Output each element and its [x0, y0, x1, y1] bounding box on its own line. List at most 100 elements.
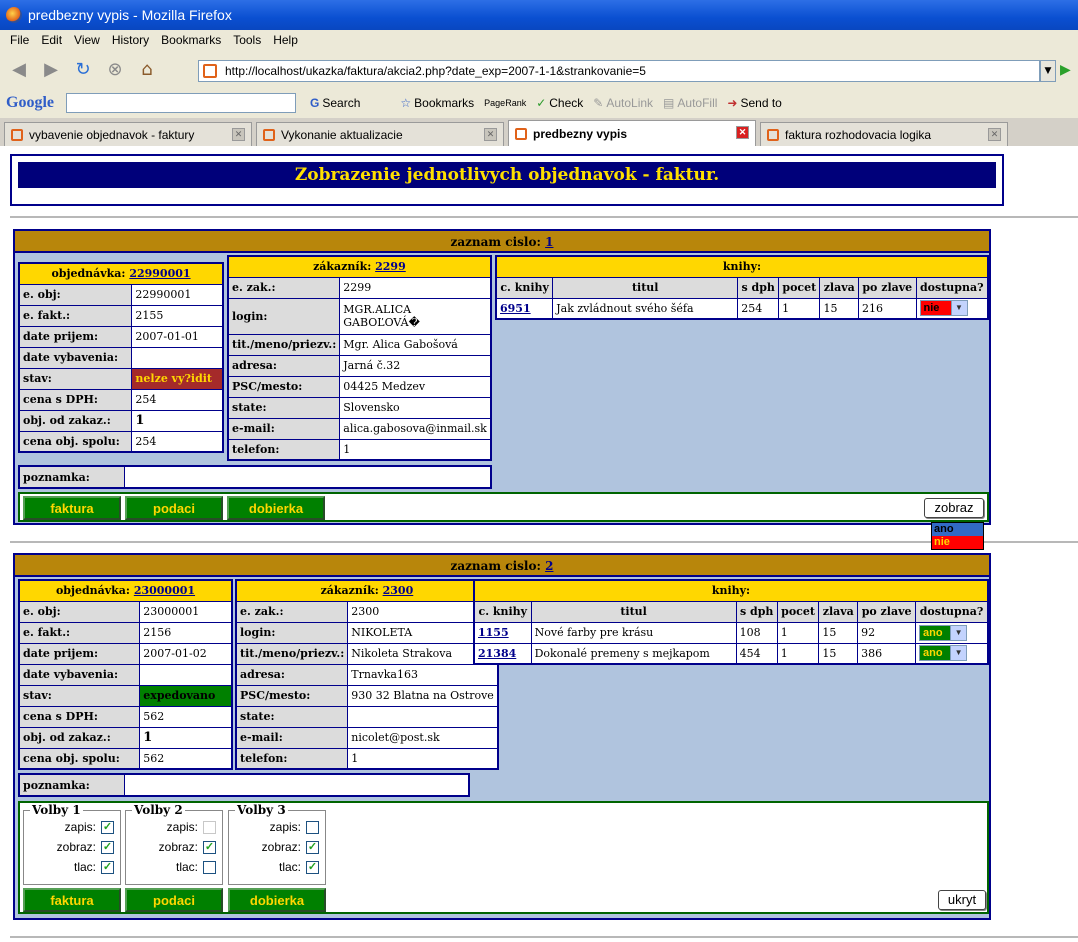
customer-id-link[interactable]: 2300: [383, 584, 414, 597]
sendto-button[interactable]: ➜ Send to: [727, 96, 781, 110]
volby-1-legend: Volby 1: [32, 803, 81, 817]
spellcheck-button[interactable]: ✓ Check: [536, 96, 583, 110]
psc-value: 930 32 Blatna na Ostrove: [347, 684, 499, 707]
google-search-button[interactable]: G Search: [310, 96, 360, 110]
dropdown-option-nie[interactable]: nie: [932, 536, 983, 549]
menu-file[interactable]: File: [10, 33, 29, 47]
cena-spolu-value: 254: [131, 430, 224, 453]
menu-bookmarks[interactable]: Bookmarks: [161, 33, 221, 47]
tab-label: predbezny vypis: [533, 126, 628, 141]
url-dropdown-icon[interactable]: ▼: [1040, 60, 1056, 82]
faktura-button[interactable]: faktura: [23, 888, 121, 912]
volby-3-legend: Volby 3: [237, 803, 286, 817]
faktura-button[interactable]: faktura: [23, 496, 121, 520]
col-pocet: pocet: [776, 600, 820, 623]
reload-icon[interactable]: ↻: [70, 56, 96, 82]
zobraz-checkbox-2[interactable]: ✓: [203, 840, 216, 854]
col-pocet: pocet: [778, 276, 821, 299]
record-number-link[interactable]: 1: [545, 235, 553, 249]
tab-vybavenie[interactable]: vybavenie objednavok - faktury ✕: [4, 122, 252, 146]
bookmarks-label: Bookmarks: [414, 96, 475, 110]
dostupna-select[interactable]: nie ▼: [919, 300, 968, 317]
tab-vykonanie[interactable]: Vykonanie aktualizacie ✕: [256, 122, 504, 146]
dobierka-button[interactable]: dobierka: [228, 888, 326, 912]
spellcheck-icon: ✓: [536, 96, 547, 110]
go-icon[interactable]: ▶: [1060, 62, 1071, 78]
cena-dph-label: cena s DPH:: [18, 705, 141, 728]
autofill-button[interactable]: ▤ AutoFill: [663, 96, 717, 110]
tab-predbezny-vypis[interactable]: predbezny vypis ✕: [508, 120, 756, 146]
table-row: 21384 Dokonalé premeny s mejkapom 454 1 15 38…: [473, 642, 989, 665]
back-icon[interactable]: ◀: [6, 56, 32, 82]
cena-dph-value: 254: [131, 388, 224, 411]
stop-icon[interactable]: ⊗: [102, 56, 128, 82]
menu-view[interactable]: View: [74, 33, 100, 47]
dostupna-select[interactable]: ano ▼: [919, 645, 968, 662]
order-caption: objednávka: 22990001: [18, 262, 224, 285]
col-sdph: s dph: [735, 600, 778, 623]
login-label: login:: [235, 621, 349, 644]
adresa-label: adresa:: [227, 354, 341, 377]
login-value: MGR.ALICA GABOĽOVÁ�: [339, 297, 492, 335]
col-dostupna: dostupna?: [915, 276, 989, 299]
record-number-link[interactable]: 2: [545, 559, 553, 573]
podaci-button[interactable]: podaci: [125, 888, 223, 912]
telefon-label: telefon:: [227, 438, 341, 461]
zobraz-checkbox-3[interactable]: ✓: [306, 840, 319, 854]
dostupna-value: nie: [920, 301, 951, 316]
order-id-link[interactable]: 22990001: [129, 267, 190, 280]
book-pozlave: 216: [858, 297, 917, 320]
dobierka-button[interactable]: dobierka: [227, 496, 325, 520]
close-tab-icon[interactable]: ✕: [736, 126, 749, 139]
home-icon[interactable]: ⌂: [134, 56, 160, 82]
autolink-button[interactable]: ✎ AutoLink: [593, 96, 653, 110]
dropdown-option-ano[interactable]: ano: [932, 523, 983, 536]
email-label: e-mail:: [227, 417, 341, 440]
menu-history[interactable]: History: [112, 33, 149, 47]
tlac-checkbox-3[interactable]: ✓: [306, 860, 319, 874]
menu-edit[interactable]: Edit: [41, 33, 62, 47]
zobraz-checkbox-1[interactable]: ✓: [101, 840, 114, 854]
order-id-link[interactable]: 23000001: [134, 584, 195, 597]
book-number-link[interactable]: 1155: [478, 626, 509, 639]
customer-table: zákazník: 2299 e. zak.: 2299 login: MGR.AL…: [227, 255, 492, 461]
close-tab-icon[interactable]: ✕: [484, 128, 497, 141]
book-title: Jak zvládnout svého šéfa: [552, 297, 739, 320]
zobraz-button[interactable]: zobraz: [924, 498, 984, 518]
forward-icon[interactable]: ▶: [38, 56, 64, 82]
volby-3-group: Volby 3 zapis: zobraz: ✓ tlac: ✓: [228, 803, 326, 885]
ukryt-button[interactable]: ukryt: [938, 890, 986, 910]
google-search-input[interactable]: [66, 93, 296, 113]
cena-spolu-label: cena obj. spolu:: [18, 747, 141, 770]
tab-favicon-icon: [767, 128, 779, 141]
google-g-icon: G: [310, 96, 320, 110]
bookmarks-button[interactable]: ☆ Bookmarks: [400, 96, 474, 110]
zobraz-label: zobraz:: [261, 840, 301, 854]
adresa-value: Trnavka163: [347, 663, 499, 686]
menu-tools[interactable]: Tools: [233, 33, 261, 47]
close-tab-icon[interactable]: ✕: [232, 128, 245, 141]
zapis-checkbox-3[interactable]: [306, 820, 319, 834]
sendto-label: Send to: [740, 96, 782, 110]
book-number-link[interactable]: 6951: [500, 302, 531, 315]
customer-id-link[interactable]: 2299: [375, 260, 406, 273]
dostupna-select[interactable]: ano ▼: [919, 624, 968, 641]
tab-faktura-logika[interactable]: faktura rozhodovacia logika ✕: [760, 122, 1008, 146]
tlac-checkbox-1[interactable]: ✓: [101, 860, 114, 874]
menu-help[interactable]: Help: [273, 33, 298, 47]
zapis-checkbox-1[interactable]: ✓: [101, 820, 114, 834]
close-tab-icon[interactable]: ✕: [988, 128, 1001, 141]
zapis-label: zapis:: [64, 820, 96, 834]
tlac-checkbox-2[interactable]: [203, 860, 216, 874]
date-vybavenia-label: date vybavenia:: [18, 663, 141, 686]
url-input[interactable]: http://localhost/ukazka/faktura/akcia2.p…: [198, 60, 1040, 82]
record-2: zaznam cislo: 2 objednávka: 23000001 e. …: [13, 553, 991, 920]
e-zak-label: e. zak.:: [235, 600, 349, 623]
tab-label: Vykonanie aktualizacie: [281, 127, 403, 142]
cena-dph-label: cena s DPH:: [18, 388, 133, 411]
book-number-link[interactable]: 21384: [478, 647, 516, 660]
book-pozlave: 386: [857, 642, 917, 665]
divider: [10, 541, 1078, 543]
podaci-button[interactable]: podaci: [125, 496, 223, 520]
zapis-checkbox-2[interactable]: [203, 820, 216, 834]
